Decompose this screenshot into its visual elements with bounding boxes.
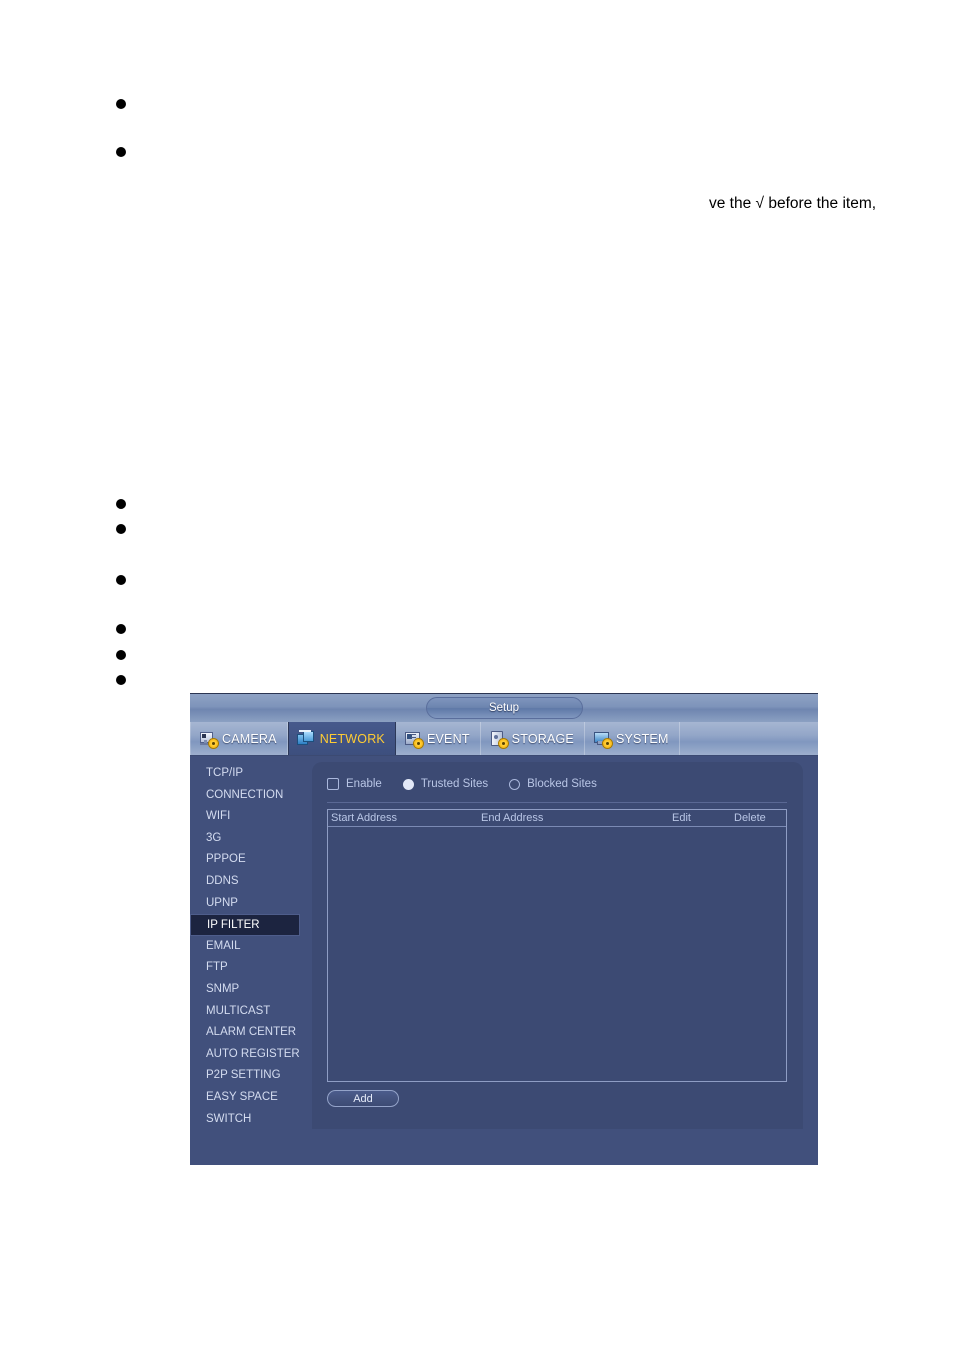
column-end-address: End Address	[481, 812, 544, 824]
section-divider	[327, 802, 787, 803]
sidebar-item-p2p-setting[interactable]: P2P SETTING	[190, 1065, 312, 1087]
trusted-sites-label: Trusted Sites	[420, 778, 489, 790]
camera-icon	[199, 730, 218, 748]
add-button[interactable]: Add	[327, 1090, 399, 1107]
content-wrap: Enable Trusted Sites Blocked Sites Start…	[312, 756, 818, 1165]
sidebar-item-switch[interactable]: SWITCH	[190, 1109, 312, 1131]
doc-bullet	[116, 499, 126, 509]
column-delete: Delete	[734, 812, 766, 824]
tab-network[interactable]: NETWORK	[287, 722, 396, 755]
doc-bullet	[116, 650, 126, 660]
sidebar-item-connection[interactable]: CONNECTION	[190, 785, 312, 807]
storage-icon	[489, 730, 508, 748]
tab-system[interactable]: SYSTEM	[585, 722, 680, 755]
tab-camera-label: CAMERA	[222, 731, 277, 746]
doc-bullet	[116, 99, 126, 109]
doc-bullet	[116, 624, 126, 634]
sidebar-item-auto-register[interactable]: AUTO REGISTER	[190, 1044, 312, 1066]
tab-network-label: NETWORK	[319, 731, 385, 746]
sidebar-item-ddns[interactable]: DDNS	[190, 871, 312, 893]
sidebar-item-wifi[interactable]: WIFI	[190, 806, 312, 828]
dialog-footer-bar	[190, 1129, 818, 1165]
trusted-sites-radio[interactable]	[402, 778, 414, 790]
system-icon	[593, 730, 612, 748]
sidebar: TCP/IP CONNECTION WIFI 3G PPPOE DDNS UPN…	[190, 756, 312, 1165]
table-header-row: Start Address End Address Edit Delete	[328, 810, 786, 827]
network-icon	[296, 730, 315, 747]
tab-storage[interactable]: STORAGE	[481, 722, 585, 755]
sidebar-item-3g[interactable]: 3G	[190, 828, 312, 850]
sidebar-item-alarm-center[interactable]: ALARM CENTER	[190, 1022, 312, 1044]
enable-label: Enable	[346, 778, 382, 790]
doc-bullet	[116, 524, 126, 534]
enable-checkbox[interactable]	[327, 778, 339, 790]
sidebar-item-snmp[interactable]: SNMP	[190, 979, 312, 1001]
doc-partial-line: ve the √ before the item,	[709, 195, 877, 212]
doc-bullet	[116, 675, 126, 685]
tab-bar: CAMERA NETWORK EVENT STORAGE SYSTEM	[190, 722, 818, 756]
doc-bullet	[116, 147, 126, 157]
sidebar-item-tcpip[interactable]: TCP/IP	[190, 763, 312, 785]
sidebar-item-email[interactable]: EMAIL	[190, 936, 312, 958]
dialog-body: TCP/IP CONNECTION WIFI 3G PPPOE DDNS UPN…	[190, 756, 818, 1165]
sidebar-item-ip-filter[interactable]: IP FILTER	[190, 914, 300, 936]
event-icon	[404, 730, 423, 748]
sidebar-item-easy-space[interactable]: EASY SPACE	[190, 1087, 312, 1109]
column-start-address: Start Address	[331, 812, 398, 824]
ip-filter-panel: Enable Trusted Sites Blocked Sites Start…	[312, 762, 803, 1156]
doc-bullet	[116, 575, 126, 585]
dialog-title-bar: Setup	[190, 693, 818, 722]
tab-event-label: EVENT	[426, 731, 470, 746]
sidebar-item-pppoe[interactable]: PPPOE	[190, 849, 312, 871]
blocked-sites-label: Blocked Sites	[527, 778, 597, 790]
tab-camera[interactable]: CAMERA	[190, 722, 288, 755]
tab-system-label: SYSTEM	[615, 731, 669, 746]
filter-options-row: Enable Trusted Sites Blocked Sites	[327, 775, 787, 793]
sidebar-item-ftp[interactable]: FTP	[190, 957, 312, 979]
address-list-table[interactable]: Start Address End Address Edit Delete	[327, 809, 787, 1082]
blocked-sites-radio[interactable]	[509, 778, 521, 790]
column-edit: Edit	[672, 812, 691, 824]
tab-event[interactable]: EVENT	[396, 722, 481, 755]
setup-dialog: Setup CAMERA NETWORK EVENT STORAGE SYSTE…	[190, 693, 818, 1165]
dialog-title: Setup	[425, 697, 583, 719]
sidebar-item-upnp[interactable]: UPNP	[190, 893, 312, 915]
sidebar-item-multicast[interactable]: MULTICAST	[190, 1001, 312, 1023]
tab-storage-label: STORAGE	[511, 731, 574, 746]
